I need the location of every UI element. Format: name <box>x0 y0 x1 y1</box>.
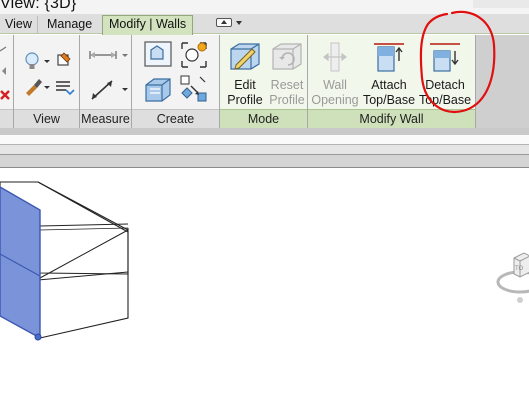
dimension-icon[interactable] <box>86 43 130 67</box>
tab-modify-walls[interactable]: Modify | Walls <box>102 15 194 35</box>
viewcube-icon[interactable]: TO <box>494 248 529 320</box>
svg-text:TO: TO <box>515 266 524 272</box>
create-similar-icon[interactable] <box>142 39 174 67</box>
panel-mode: Mode Edit Profile Reset Profile <box>220 35 308 128</box>
lightbulb-icon[interactable] <box>22 49 54 73</box>
panel-create-label: Create <box>132 109 219 128</box>
wall-opening-label: Wall Opening <box>311 78 359 107</box>
detach-top-base-icon <box>428 41 462 73</box>
title-bar: View: {3D} <box>0 0 529 14</box>
ribbon-bottom-bar <box>0 128 529 135</box>
panel-modify-wall: Modify Wall Wall Opening Attach Top/Base… <box>308 35 476 128</box>
panel-modify-partial <box>0 35 14 128</box>
quick-access-icon[interactable] <box>216 18 232 27</box>
options-bar <box>0 144 529 154</box>
panel-create: Create <box>132 35 220 128</box>
panel-view-label: View <box>14 109 79 128</box>
panel-measure: Measure <box>80 35 132 128</box>
tab-manage[interactable]: Manage <box>42 16 97 34</box>
title-bar-controls <box>473 0 529 8</box>
view-tab-bar <box>0 154 529 168</box>
wall-opening-button[interactable]: Wall Opening <box>311 39 359 107</box>
ribbon-tabs: View Manage Modify | Walls <box>0 14 529 35</box>
create-assembly-icon[interactable] <box>178 73 210 102</box>
paint-brush-icon[interactable] <box>22 75 54 99</box>
panel-view: View <box>14 35 80 128</box>
attach-top-base-label: Attach Top/Base <box>362 78 416 107</box>
panel-measure-label: Measure <box>80 109 131 128</box>
panel-modify-wall-label: Modify Wall <box>308 109 475 128</box>
attach-top-base-button[interactable]: Attach Top/Base <box>363 39 415 107</box>
wall-opening-icon <box>318 41 352 73</box>
3d-viewport[interactable]: TO <box>0 168 529 409</box>
options-bar-gap <box>0 135 529 144</box>
detach-top-base-label: Detach Top/Base <box>418 78 472 107</box>
window-title: View: {3D} <box>0 0 77 12</box>
ribbon: View Measure Create Mode Edit Profile Re… <box>0 35 529 128</box>
selected-wall[interactable] <box>0 186 41 340</box>
create-parts-icon[interactable] <box>142 73 174 102</box>
edit-profile-icon <box>228 41 262 73</box>
ribbon-empty-area <box>476 35 529 128</box>
quick-access-dropdown-icon[interactable] <box>236 21 242 25</box>
detach-top-base-button[interactable]: Detach Top/Base <box>419 39 471 107</box>
reset-profile-icon <box>270 41 304 73</box>
reset-profile-button[interactable]: Reset Profile <box>264 39 310 107</box>
create-group-icon[interactable] <box>178 39 210 68</box>
attach-top-base-icon <box>372 41 406 73</box>
tab-view[interactable]: View <box>0 16 38 34</box>
measure-icon[interactable] <box>86 77 130 101</box>
panel-mode-label: Mode <box>220 109 307 128</box>
